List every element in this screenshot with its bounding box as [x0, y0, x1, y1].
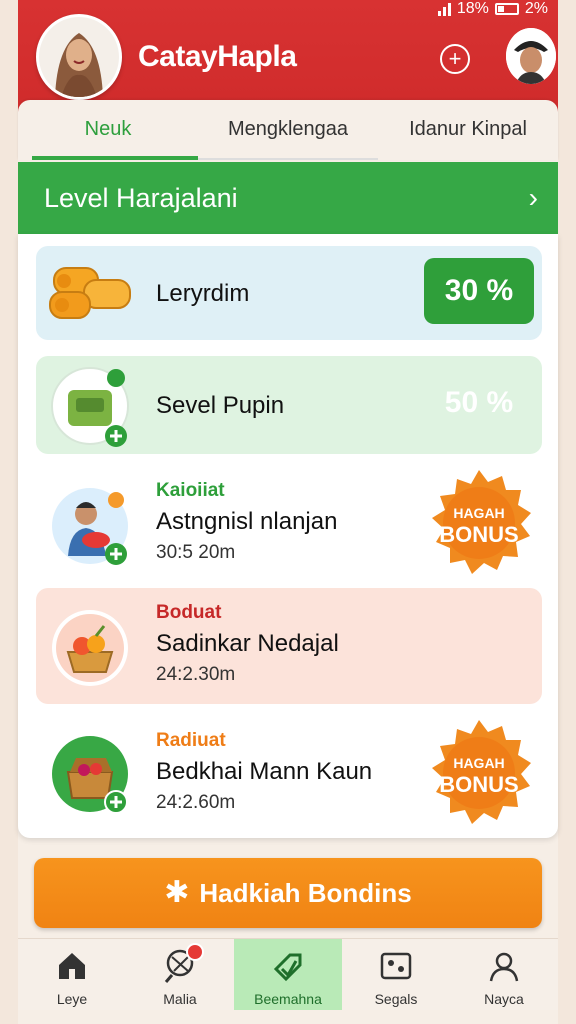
money-rolls-icon: [46, 254, 131, 334]
battery-icon: [494, 3, 519, 15]
bonus-button[interactable]: ✱ Hadkiah Bondins: [34, 858, 542, 928]
status-bar: 18% 2%: [437, 0, 548, 18]
nav-label: Nayca: [484, 991, 524, 1007]
photo-icon: [380, 952, 412, 980]
bonus-main-text: BONUS: [439, 522, 519, 547]
list-item[interactable]: Boduat Sadinkar Nedajal 24:2.30m: [36, 588, 542, 704]
picnic-basket-icon: [50, 732, 130, 814]
tab-mengklengaa[interactable]: Mengklengaa: [198, 100, 378, 160]
nav-label: Segals: [374, 991, 418, 1007]
reward-list: Leryrdim 30 % Sevel Pupin 50 % Kaioiiat …: [18, 234, 558, 838]
list-item-title: Sevel Pupin: [156, 392, 285, 419]
list-item-title: Bedkhai Mann Kaun: [156, 758, 373, 785]
tab-neuk[interactable]: Neuk: [18, 100, 198, 160]
list-item-time: 24:2.30m: [156, 664, 236, 685]
list-item[interactable]: Leryrdim 30 %: [36, 246, 542, 340]
level-banner[interactable]: Level Harajalani ›: [18, 162, 558, 234]
fruit-basket-icon: [50, 606, 130, 686]
tab-idanur-kinpal[interactable]: Idanur Kinpal: [378, 100, 558, 160]
profile-avatar[interactable]: [36, 14, 122, 100]
list-item-title: Astngnisl nlanjan: [156, 508, 338, 535]
tab-bar: Neuk Mengklengaa Idanur Kinpal: [18, 100, 558, 160]
sparkle-icon: ✱: [164, 876, 190, 909]
nav-label: Leye: [56, 991, 88, 1007]
list-item[interactable]: Kaioiiat Astngnisl nlanjan 30:5 20m HAGA…: [36, 470, 542, 580]
percent-badge: 30 %: [424, 258, 534, 324]
bonus-button-label: Hadkiah Bondins: [199, 878, 412, 908]
profile-icon: [489, 952, 519, 982]
vegetable-basket-icon: [50, 364, 130, 447]
list-item-title: Sadinkar Nedajal: [156, 630, 339, 657]
home-icon: [59, 953, 85, 979]
list-item[interactable]: Radiuat Bedkhai Mann Kaun 24:2.60m HAGAH…: [36, 716, 542, 832]
signal-icon: [437, 2, 451, 16]
notification-dot: [186, 943, 204, 961]
level-banner-title: Level Harajalani: [44, 183, 238, 213]
nav-item-nayca[interactable]: Nayca: [450, 939, 558, 1010]
list-item[interactable]: Sevel Pupin 50 %: [36, 356, 542, 454]
bonus-badge: HAGAH BONUS: [424, 718, 534, 828]
user-avatar[interactable]: [506, 28, 556, 84]
list-item-time: 30:5 20m: [156, 542, 236, 563]
list-item-tag: Radiuat: [156, 730, 226, 751]
nav-label: Malia: [163, 991, 197, 1007]
status-extra: 2%: [524, 0, 548, 17]
bonus-top-text: HAGAH: [453, 505, 505, 521]
list-item-title: Leryrdim: [156, 280, 250, 307]
plus-circle-icon[interactable]: +: [440, 44, 470, 74]
list-item-time: 24:2.60m: [156, 792, 236, 813]
list-item-tag: Boduat: [156, 602, 222, 623]
bottom-nav: Leye Malia Beemahna Segals Nayca: [18, 938, 558, 1010]
phone-screen: 18% 2% CatayHapla + Neuk Mengklengaa Ida…: [18, 0, 558, 1024]
nav-item-beemahna[interactable]: Beemahna: [234, 939, 342, 1010]
percent-badge: 50 %: [444, 386, 514, 419]
nav-label: Beemahna: [254, 991, 322, 1007]
battery-text: 18%: [456, 0, 489, 17]
app-title: CatayHapla: [138, 40, 297, 73]
list-item-tag: Kaioiiat: [156, 480, 225, 501]
chevron-right-icon: ›: [528, 182, 538, 213]
nav-item-segals[interactable]: Segals: [342, 939, 450, 1010]
person-with-fruit-icon: [50, 484, 130, 565]
bonus-badge: HAGAH BONUS: [424, 468, 534, 578]
nav-item-malia[interactable]: Malia: [126, 939, 234, 1010]
bonus-top-text: HAGAH: [453, 755, 505, 771]
nav-item-leye[interactable]: Leye: [18, 939, 126, 1010]
bonus-main-text: BONUS: [439, 772, 519, 797]
tag-icon: [273, 953, 302, 982]
